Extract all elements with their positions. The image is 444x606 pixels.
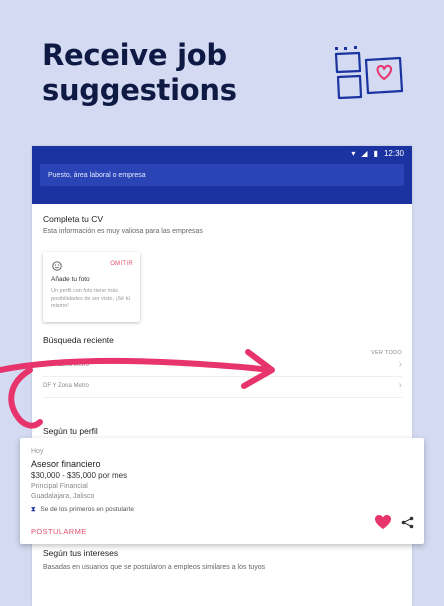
share-icon[interactable] — [401, 516, 414, 529]
first-applicants-text: Se de los primeros en postularte — [40, 506, 134, 513]
status-bar: ▾ ◢ ▮ 12:30 — [32, 146, 412, 160]
add-photo-description: Un perfil con foto tiene más posibilidad… — [51, 288, 131, 309]
app-toolbar: Puesto, área laboral o empresa — [32, 160, 412, 204]
photo-frames-heart-doodle-icon — [334, 46, 404, 100]
headline-line-2: suggestions — [42, 73, 237, 107]
job-title[interactable]: Asesor financiero — [31, 459, 101, 469]
recent-search-item-label: DF Y Zona Metro — [43, 362, 89, 368]
add-photo-label: Añade tu foto — [51, 276, 90, 283]
interests-section-title: Según tus intereses — [43, 548, 119, 558]
headline-line-1: Receive job — [42, 38, 227, 72]
job-location: Guadalajara, Jalisco — [31, 493, 95, 500]
search-placeholder: Puesto, área laboral o empresa — [48, 171, 146, 179]
smiley-face-icon — [52, 261, 62, 271]
signal-icon: ◢ — [361, 148, 368, 158]
profile-section-title: Según tu perfil — [43, 426, 98, 436]
search-input[interactable]: Puesto, área laboral o empresa — [40, 164, 404, 186]
battery-icon: ▮ — [373, 148, 378, 158]
omit-button[interactable]: OMITIR — [110, 261, 133, 267]
job-company: Principal Financial — [31, 483, 88, 490]
status-time: 12:30 — [383, 148, 404, 158]
main-content: Completa tu CV Esta información es muy v… — [32, 204, 412, 606]
recent-search-item-label: DF Y Zona Metro — [43, 383, 89, 389]
interests-section-subtitle: Basadas en usuarios que se postularon a … — [43, 564, 266, 571]
heart-icon[interactable] — [375, 515, 391, 530]
chevron-right-icon: › — [398, 380, 402, 391]
job-card[interactable]: Hoy Asesor financiero $30,000 - $35,000 … — [20, 438, 424, 544]
headline: Receive job suggestions — [42, 38, 282, 108]
job-salary: $30,000 - $35,000 por mes — [31, 471, 128, 480]
add-photo-card[interactable]: OMITIR Añade tu foto Un perfil con foto … — [43, 252, 140, 322]
job-date: Hoy — [31, 448, 44, 455]
cv-section-subtitle: Esta información es muy valiosa para las… — [43, 228, 203, 235]
chevron-right-icon: › — [398, 359, 402, 370]
apply-button[interactable]: POSTULARME — [31, 527, 87, 536]
recent-search-title: Búsqueda reciente — [43, 335, 114, 345]
recent-search-item[interactable]: DF Y Zona Metro › — [43, 377, 402, 398]
hourglass-icon: ⧗ — [31, 506, 36, 513]
cv-section-title: Completa tu CV — [43, 214, 103, 224]
first-applicants-note: ⧗ Se de los primeros en postularte — [31, 506, 134, 514]
recent-search-item[interactable]: DF Y Zona Metro › — [43, 356, 402, 377]
wifi-icon: ▾ — [351, 148, 356, 158]
